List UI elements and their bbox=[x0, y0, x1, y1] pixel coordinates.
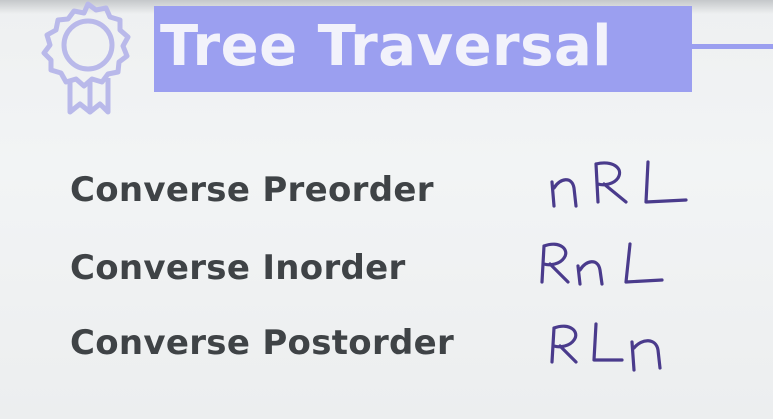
title-rule-line bbox=[692, 44, 773, 49]
title-banner: Tree Traversal bbox=[154, 6, 692, 92]
handwritten-notation-preorder: nRL bbox=[548, 158, 690, 212]
traversal-name-inorder: Converse Inorder bbox=[70, 248, 406, 288]
traversal-name-preorder: Converse Preorder bbox=[70, 170, 434, 210]
handwritten-notation-inorder: RnL bbox=[538, 236, 666, 292]
traversal-name-postorder: Converse Postorder bbox=[70, 323, 455, 363]
handwritten-notation-postorder: RLn bbox=[548, 320, 676, 376]
slide-title: Tree Traversal bbox=[160, 14, 612, 79]
award-ribbon-icon bbox=[41, 1, 131, 115]
